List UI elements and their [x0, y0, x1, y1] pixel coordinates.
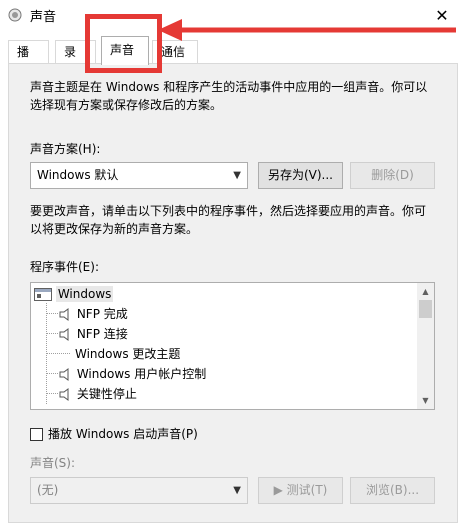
list-item[interactable]: Windows 用户帐户控制 [59, 364, 206, 384]
scroll-thumb[interactable] [419, 300, 432, 318]
startup-sound-checkbox[interactable] [30, 428, 43, 441]
events-list[interactable]: Windows NFP 完成 NFP 连接 Windows 更改主题 Windo… [30, 282, 435, 410]
list-item[interactable]: 关键性停止 [59, 384, 137, 404]
events-scrollbar[interactable]: ▲ ▼ [417, 283, 434, 409]
scheme-label: 声音方案(H): [30, 142, 101, 156]
list-item-label: Windows [55, 286, 114, 302]
browse-button[interactable]: 浏览(B)... [350, 477, 435, 504]
speaker-icon [59, 308, 69, 321]
instructions-line-1: 要更改声音，请单击以下列表中的程序事件，然后选择要应用的声音。你可 [30, 204, 427, 218]
scheme-dropdown[interactable]: Windows 默认 ▼ [30, 162, 248, 189]
speaker-icon [59, 328, 69, 341]
sound-label: 声音(S): [30, 456, 76, 470]
scroll-up-icon[interactable]: ▲ [417, 283, 434, 300]
window-icon [34, 288, 52, 301]
description-line-1: 声音主题是在 Windows 和程序产生的活动事件中应用的一组声音。你可以 [30, 80, 428, 94]
description-line-2: 选择现有方案或保存修改后的方案。 [30, 98, 223, 112]
scheme-value: Windows 默认 [37, 168, 119, 182]
test-button[interactable]: ▶ 测试(T) [258, 477, 343, 504]
window-title: 声音 [30, 10, 57, 25]
speaker-icon [59, 388, 69, 401]
tab-playback[interactable]: 播放 [8, 40, 49, 81]
delete-button[interactable]: 删除(D) [350, 162, 435, 189]
speaker-app-icon [8, 8, 22, 22]
chevron-down-icon: ▼ [233, 485, 241, 496]
list-item-label: Windows 用户帐户控制 [76, 367, 207, 381]
list-item-label: Windows 更改主题 [75, 347, 181, 361]
list-item-label: 关键性停止 [76, 387, 137, 401]
scroll-down-icon[interactable]: ▼ [417, 392, 434, 409]
sound-dropdown[interactable]: (无) ▼ [30, 477, 248, 504]
list-item-label: NFP 完成 [76, 307, 128, 321]
list-item[interactable]: Windows [34, 284, 114, 304]
startup-sound-label[interactable]: 播放 Windows 启动声音(P) [48, 425, 198, 443]
list-item-label: NFP 连接 [76, 327, 128, 341]
list-item[interactable]: Windows 更改主题 [75, 344, 180, 364]
events-label: 程序事件(E): [30, 260, 99, 274]
annotation-arrow-icon [158, 19, 456, 41]
chevron-down-icon: ▼ [233, 170, 241, 181]
save-as-button[interactable]: 另存为(V)... [258, 162, 343, 189]
list-item[interactable]: NFP 连接 [59, 324, 128, 344]
highlight-annotation [85, 14, 162, 73]
list-item[interactable]: NFP 完成 [59, 304, 128, 324]
sound-value: (无) [37, 483, 59, 497]
speaker-icon [59, 368, 69, 381]
instructions-line-2: 以将更改保存为新的声音方案。 [30, 222, 199, 236]
